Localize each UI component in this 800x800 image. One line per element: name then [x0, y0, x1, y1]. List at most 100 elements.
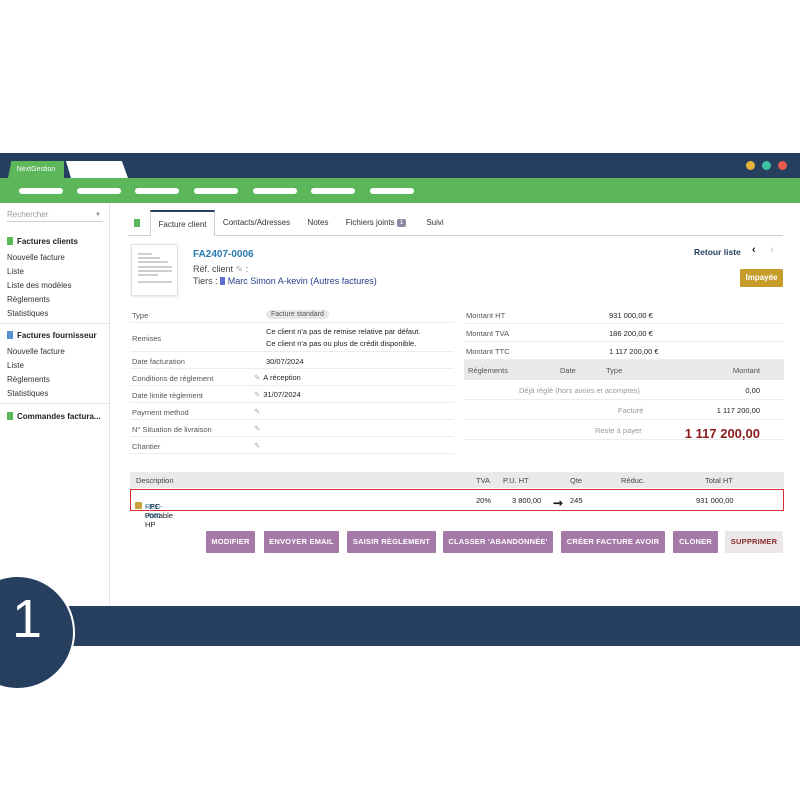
- line-total: 931 000,00: [696, 496, 734, 505]
- status-badge: Impayée: [740, 269, 783, 287]
- sidebar-item-nouvelle-facture[interactable]: Nouvelle facture: [7, 253, 65, 262]
- sidebar-item-statistiques[interactable]: Statistiques: [7, 309, 48, 318]
- tab-suivi[interactable]: Suivi: [420, 210, 450, 236]
- chevron-left-icon[interactable]: ‹: [752, 244, 756, 256]
- window-minimize-dot[interactable]: [746, 161, 755, 170]
- field-label: Payment method: [132, 408, 189, 417]
- field-value-2: Ce client n'a pas ou plus de crédit disp…: [266, 339, 417, 348]
- sidebar-item-liste-modeles[interactable]: Liste des modèles: [7, 281, 71, 290]
- menu-item-placeholder-1[interactable]: [19, 188, 63, 194]
- menu-item-placeholder-2[interactable]: [77, 188, 121, 194]
- field-value: ✎: [254, 441, 263, 450]
- menu-item-placeholder-4[interactable]: [194, 188, 238, 194]
- chevron-right-icon[interactable]: ›: [770, 244, 774, 256]
- window-maximize-dot[interactable]: [762, 161, 771, 170]
- remaining-amount: 1 117 200,00: [684, 426, 760, 441]
- invoice-icon: [7, 412, 13, 420]
- amount-label: Montant TVA: [466, 329, 510, 338]
- row-value: 0,00: [745, 386, 760, 395]
- sidebar-item-liste[interactable]: Liste: [7, 267, 24, 276]
- window-close-dot[interactable]: [778, 161, 787, 170]
- col-header: Réduc.: [621, 476, 645, 485]
- invoice-icon: [7, 237, 13, 245]
- pencil-icon[interactable]: ✎: [236, 264, 244, 274]
- ref-client-row: Réf. client ✎ :: [193, 264, 248, 275]
- field-value: 30/07/2024: [266, 357, 304, 366]
- type-chip: Facture standard: [266, 310, 329, 319]
- col-header: Qte: [570, 476, 583, 485]
- invoice-lines-table: Description TVA P.U. HT Qte Réduc. Total…: [130, 472, 784, 529]
- field-value: ✎: [254, 424, 263, 433]
- col-header: TVA: [476, 476, 491, 485]
- sidebar-section-factures-clients[interactable]: Factures clients: [7, 237, 78, 246]
- menu-item-placeholder-5[interactable]: [253, 188, 297, 194]
- sidebar-item-statistiques-fourn[interactable]: Statistiques: [7, 389, 48, 398]
- sidebar-section-commandes[interactable]: Commandes factura...: [7, 412, 101, 421]
- pencil-icon[interactable]: ✎: [254, 373, 260, 382]
- amount-value: 931 000,00 €: [609, 311, 653, 320]
- amount-value: 186 200,00 €: [609, 329, 653, 338]
- pencil-icon[interactable]: ✎: [254, 407, 260, 416]
- amount-label: Montant TTC: [466, 347, 510, 356]
- chevron-down-icon[interactable]: ▼: [95, 209, 101, 221]
- menu-item-placeholder-6[interactable]: [311, 188, 355, 194]
- pencil-icon[interactable]: ✎: [254, 424, 260, 433]
- field-label: Remises: [132, 334, 162, 343]
- field-row-date-limite: Date limite règlement ✎ 31/07/2024: [130, 386, 454, 403]
- field-label: N° Situation de livraison: [132, 425, 212, 434]
- payments-already-paid-row: Déjà réglé (hors avoirs et acomptes) 0,0…: [464, 380, 784, 400]
- arrow-right-icon: ➞: [553, 496, 564, 510]
- amount-row-tva: Montant TVA 186 200,00 €: [464, 324, 784, 342]
- field-row-conditions: Conditions de règlement ✎ A réception: [130, 369, 454, 386]
- menu-item-placeholder-3[interactable]: [135, 188, 179, 194]
- sidebar-divider: [0, 323, 109, 324]
- pencil-icon[interactable]: ✎: [254, 390, 260, 399]
- amount-row-ht: Montant HT 931 000,00 €: [464, 306, 784, 324]
- bottom-bar: [0, 606, 800, 646]
- tiers-link[interactable]: Marc Simon A-kevin: [228, 276, 308, 286]
- other-invoices-link[interactable]: (Autres factures): [310, 276, 377, 286]
- table-row[interactable]: REF-0001 - PC Portable HP 20% 3 800,00 ➞…: [130, 489, 784, 529]
- sidebar-item-liste-fourn[interactable]: Liste: [7, 361, 24, 370]
- field-row-date-facturation: Date facturation 30/07/2024: [130, 352, 454, 369]
- brand-tab[interactable]: NextGestion: [8, 161, 64, 178]
- invoice-thumbnail[interactable]: [131, 244, 178, 296]
- line-quantity: 245: [570, 496, 583, 505]
- sidebar-item-reglements[interactable]: Règlements: [7, 295, 50, 304]
- menu-item-placeholder-7[interactable]: [370, 188, 414, 194]
- col-header: Date: [560, 366, 576, 375]
- sidebar-divider: [0, 403, 109, 404]
- invoice-tabs: Facture client Contacts/Adresses Notes F…: [128, 210, 783, 236]
- sidebar-item-reglements-fourn[interactable]: Règlements: [7, 375, 50, 384]
- invoice-icon: [7, 331, 13, 339]
- ref-client-label: Réf. client: [193, 264, 234, 274]
- line-tva: 20%: [476, 496, 492, 505]
- field-row-chantier: Chantier ✎: [130, 437, 454, 454]
- browser-tab-blank[interactable]: [66, 161, 128, 178]
- send-email-button[interactable]: ENVOYER EMAIL: [264, 531, 339, 553]
- back-to-list-link[interactable]: Retour liste: [694, 247, 741, 257]
- create-credit-note-button[interactable]: CRÉER FACTURE AVOIR: [561, 531, 665, 553]
- payments-header: Règlements Date Type Montant: [464, 360, 784, 380]
- tab-fichiers-joints[interactable]: Fichiers joints 1: [341, 210, 411, 236]
- sidebar-search-input[interactable]: Rechercher ▼: [7, 209, 103, 222]
- amount-label: Montant HT: [466, 311, 506, 320]
- field-label: Conditions de règlement: [132, 374, 214, 383]
- search-placeholder: Rechercher: [7, 210, 49, 219]
- amounts-panel: Montant HT 931 000,00 € Montant TVA 186 …: [464, 306, 784, 441]
- tab-contacts-adresses[interactable]: Contacts/Adresses: [218, 210, 295, 236]
- tab-facture-client[interactable]: Facture client: [150, 210, 215, 236]
- field-value: ✎ 31/07/2024: [254, 390, 301, 399]
- step-number: 1: [12, 589, 43, 649]
- clone-button[interactable]: CLONER: [673, 531, 718, 553]
- enter-payment-button[interactable]: SAISIR RÈGLEMENT: [347, 531, 436, 553]
- tab-notes[interactable]: Notes: [300, 210, 336, 236]
- row-label: Déjà réglé (hors avoirs et acomptes): [519, 386, 640, 395]
- pencil-icon[interactable]: ✎: [254, 441, 260, 450]
- ref-client-suffix: :: [243, 264, 249, 274]
- sidebar-section-factures-fournisseur[interactable]: Factures fournisseur: [7, 331, 97, 340]
- sidebar-item-nouvelle-facture-fourn[interactable]: Nouvelle facture: [7, 347, 65, 356]
- classify-abandoned-button[interactable]: CLASSER 'ABANDONNÉE': [443, 531, 553, 553]
- modify-button[interactable]: MODIFIER: [206, 531, 255, 553]
- delete-button[interactable]: SUPPRIMER: [725, 531, 783, 553]
